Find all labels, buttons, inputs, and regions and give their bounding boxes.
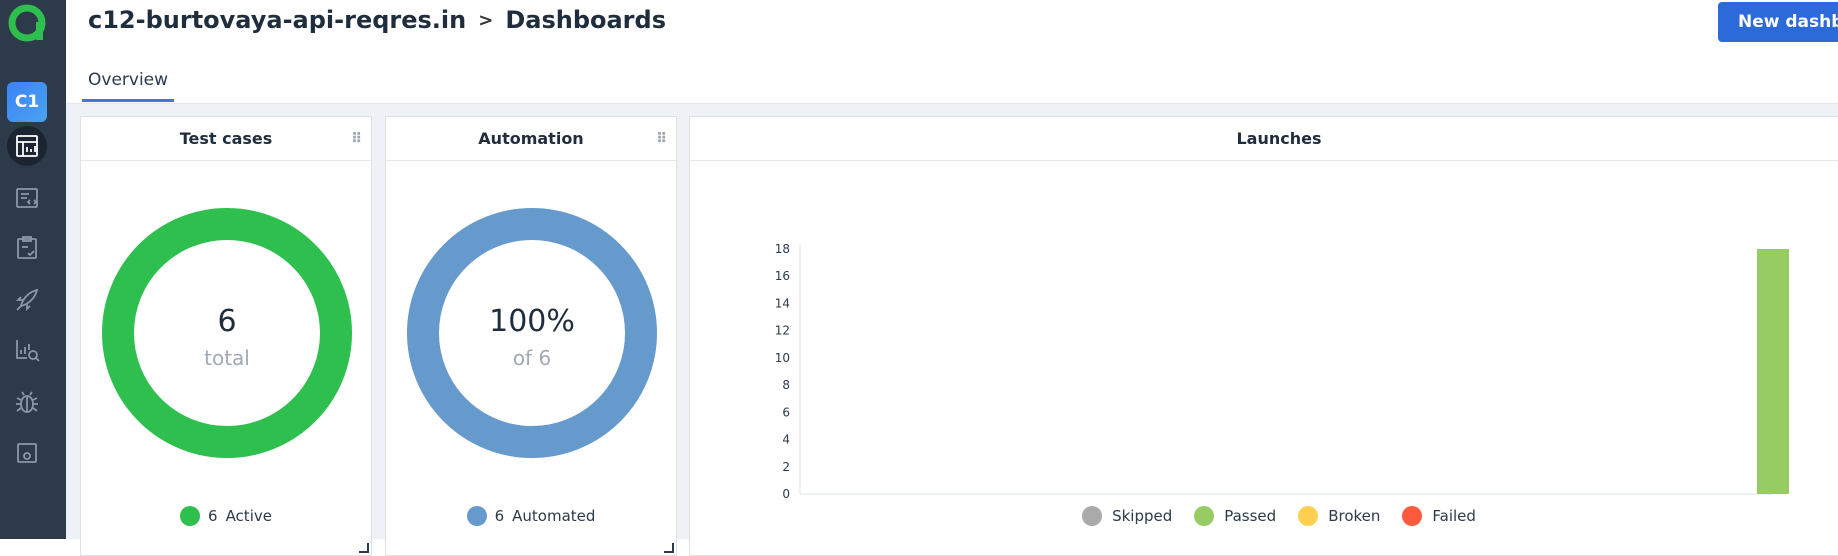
test-cases-donut: 6 total — [101, 207, 353, 459]
y-tick-label: 2 — [782, 460, 790, 474]
dashboard-canvas: Test cases ⠿ 6 total 6 Active Automation… — [66, 104, 1838, 539]
sidebar-item-analytics[interactable] — [7, 330, 47, 370]
legend-label: Passed — [1224, 507, 1276, 525]
x-tick-label: 11 Jul — [1259, 500, 1291, 501]
legend-label: Active — [226, 507, 272, 525]
bar-passed[interactable] — [1757, 249, 1789, 494]
donut-value: 6 — [217, 304, 236, 339]
legend-count: 6 — [208, 507, 218, 525]
launches-bar-chart: 0 2 4 6 8 10 12 14 16 18 4 Jul 5 Jul 6 Jul 7 Jul 8 Jul… — [690, 161, 1838, 501]
donut-caption: total — [204, 346, 250, 370]
automation-donut: 100% of 6 — [406, 207, 658, 459]
drag-handle-icon[interactable]: ⠿ — [351, 131, 361, 147]
sidebar-item-test-plans[interactable] — [7, 228, 47, 268]
page-title: Dashboards — [505, 6, 666, 34]
y-tick-label: 12 — [775, 324, 790, 338]
widget-automation: Automation ⠿ 100% of 6 6 Automated — [385, 116, 677, 556]
legend-dot — [1402, 506, 1422, 526]
y-tick-label: 16 — [775, 269, 790, 283]
more-icon — [13, 438, 41, 466]
dashboard-icon — [13, 132, 41, 160]
donut-legend: 6 Active — [81, 506, 371, 526]
y-tick-label: 8 — [782, 378, 790, 392]
legend-dot — [180, 506, 200, 526]
launches-icon — [13, 286, 41, 314]
y-tick-label: 0 — [782, 487, 790, 501]
y-tick-label: 4 — [782, 433, 790, 447]
legend-item-broken[interactable]: Broken — [1298, 506, 1380, 526]
widget-title: Launches — [1236, 129, 1321, 148]
y-tick-label: 14 — [775, 296, 790, 310]
test-plans-icon — [13, 234, 41, 262]
x-tick-label: 6 Jul — [931, 500, 956, 501]
x-tick-label: 12 Jul — [1326, 500, 1358, 501]
widget-title: Automation — [478, 129, 583, 148]
widget-header: Launches — [690, 117, 1838, 161]
x-tick-label: 8 Jul — [1064, 500, 1089, 501]
sidebar-item-test-cases[interactable] — [7, 178, 47, 218]
widget-test-cases: Test cases ⠿ 6 total 6 Active — [80, 116, 372, 556]
analytics-icon — [13, 336, 41, 364]
topbar: c12-burtovaya-api-reqres.in > Dashboards… — [66, 0, 1838, 104]
sidebar-item-dashboards[interactable] — [7, 126, 47, 166]
y-tick-label: 18 — [775, 242, 790, 256]
breadcrumb: c12-burtovaya-api-reqres.in > Dashboards — [88, 2, 666, 38]
drag-handle-icon[interactable]: ⠿ — [656, 131, 666, 147]
allure-logo-icon[interactable] — [6, 2, 48, 44]
donut-legend: 6 Automated — [386, 506, 676, 526]
legend-dot — [1298, 506, 1318, 526]
sidebar: C1 — [0, 0, 66, 539]
legend-label: Automated — [512, 507, 595, 525]
x-tick-label: 15 Jul — [1525, 500, 1557, 501]
x-tick-label: 18 Jul — [1725, 500, 1757, 501]
x-tick-label: 7 Jul — [997, 500, 1022, 501]
sidebar-item-more[interactable] — [7, 432, 47, 472]
widget-launches: Launches 0 2 4 6 8 10 12 14 16 18 4 Jul 5 Jul 6 Jul 7… — [689, 116, 1838, 556]
x-tick-label: 14 Jul — [1459, 500, 1491, 501]
y-tick-label: 10 — [775, 351, 790, 365]
legend-dot — [1082, 506, 1102, 526]
donut-value: 100% — [489, 304, 575, 339]
breadcrumb-separator: > — [478, 10, 493, 31]
test-cases-icon — [13, 184, 41, 212]
chart-legend: Skipped Passed Broken Failed — [690, 506, 1838, 526]
donut-caption: of 6 — [513, 346, 551, 370]
legend-item-skipped[interactable]: Skipped — [1082, 506, 1172, 526]
sidebar-item-defects[interactable] — [7, 382, 47, 422]
y-tick-label: 6 — [782, 405, 790, 419]
sidebar-item-launches[interactable] — [7, 280, 47, 320]
project-badge[interactable]: C1 — [7, 82, 47, 122]
legend-item-failed[interactable]: Failed — [1402, 506, 1476, 526]
widget-header: Automation ⠿ — [386, 117, 676, 161]
x-tick-label: 10 Jul — [1193, 500, 1225, 501]
tab-overview[interactable]: Overview — [82, 64, 174, 102]
defects-icon — [13, 388, 41, 416]
legend-dot — [467, 506, 487, 526]
x-tick-label: 4 Jul — [798, 500, 823, 501]
new-dashboard-button[interactable]: New dashbo — [1718, 2, 1838, 42]
resize-handle-icon[interactable] — [359, 543, 369, 553]
widget-header: Test cases ⠿ — [81, 117, 371, 161]
widget-title: Test cases — [180, 129, 273, 148]
legend-dot — [1194, 506, 1214, 526]
breadcrumb-project-link[interactable]: c12-burtovaya-api-reqres.in — [88, 6, 466, 34]
resize-handle-icon[interactable] — [664, 543, 674, 553]
x-tick-label: 17 Jul — [1658, 500, 1690, 501]
legend-label: Broken — [1328, 507, 1380, 525]
x-tick-label: 13 Jul — [1392, 500, 1424, 501]
legend-item-passed[interactable]: Passed — [1194, 506, 1276, 526]
x-tick-label: 9 Jul — [1130, 500, 1155, 501]
legend-label: Skipped — [1112, 507, 1172, 525]
x-tick-label: 5 Jul — [864, 500, 889, 501]
legend-label: Failed — [1432, 507, 1476, 525]
x-tick-label: 16 Jul — [1592, 500, 1624, 501]
legend-count: 6 — [495, 507, 505, 525]
